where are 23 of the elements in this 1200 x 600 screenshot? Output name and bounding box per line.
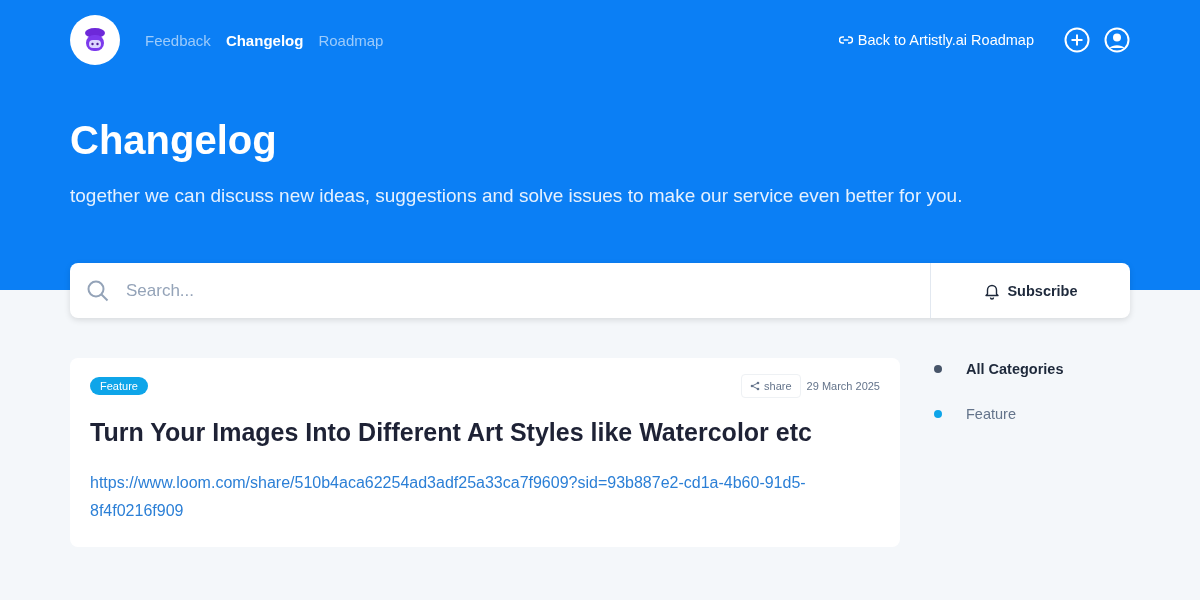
plus-icon[interactable]: [1064, 27, 1090, 53]
logo-icon[interactable]: [70, 15, 120, 65]
post-link[interactable]: https://www.loom.com/share/510b4aca62254ad3adf25a33ca7f9609?sid=93b887e2-cd1a-4b60-91d5-8f4f0216f909: [90, 469, 880, 525]
category-item[interactable]: Feature: [930, 403, 1130, 425]
share-button[interactable]: share: [741, 374, 801, 398]
user-icon[interactable]: [1104, 27, 1130, 53]
share-icon: [750, 381, 761, 391]
category-label: All Categories: [966, 361, 1064, 377]
search-field[interactable]: Search... Subscribe: [70, 263, 1130, 318]
page-subtitle: together we can discuss new ideas, suggestions and solve issues to make our service even better for you.: [70, 185, 964, 207]
category-label: Feature: [966, 406, 1016, 422]
nav-link[interactable]: Feedback: [145, 31, 211, 49]
link-icon: [838, 35, 853, 45]
post-title[interactable]: Turn Your Images Into Different Art Styles like Watercolor etc: [90, 418, 880, 447]
page-title: Changelog: [70, 117, 278, 164]
post-date: 29 March 2025: [806, 380, 880, 392]
category-item[interactable]: All Categories: [930, 358, 1130, 380]
search-icon: [86, 278, 110, 303]
subscribe-button[interactable]: Subscribe: [930, 263, 1130, 318]
back-link[interactable]: Back to Artistly.ai Roadmap: [838, 32, 1034, 48]
nav-link[interactable]: Roadmap: [318, 31, 384, 49]
nav-link[interactable]: Changelog: [225, 31, 304, 49]
category-tag[interactable]: Feature: [90, 377, 148, 395]
